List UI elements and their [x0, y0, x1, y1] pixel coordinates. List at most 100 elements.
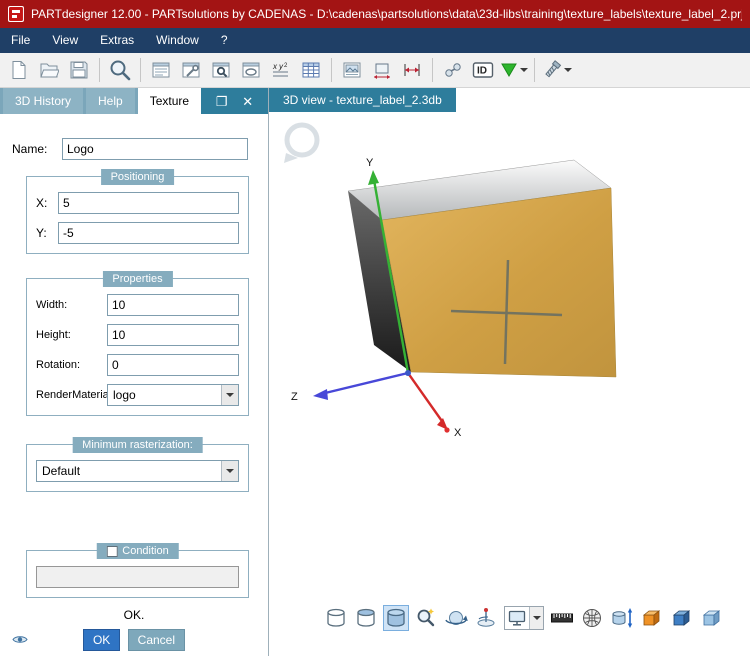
cylinder-wireframe-icon: [324, 606, 348, 630]
blue-box-button[interactable]: [670, 606, 694, 630]
3d-view-tab[interactable]: 3D view - texture_label_2.3db: [269, 88, 456, 112]
search-panel-button[interactable]: [207, 56, 235, 84]
link-button[interactable]: [439, 56, 467, 84]
titlebar: PARTdesigner 12.00 - PARTsolutions by CA…: [0, 0, 750, 28]
y-axis-arrowhead: [368, 170, 379, 185]
main-toolbar: xy2 ID: [0, 53, 750, 88]
green-filter-button[interactable]: [499, 56, 528, 84]
mesh-sphere-icon: [580, 606, 604, 630]
maximize-icon[interactable]: ❐: [216, 95, 228, 108]
menu-help[interactable]: ?: [210, 28, 239, 53]
chevron-down-icon: [533, 616, 541, 624]
id-display-button[interactable]: ID: [469, 56, 497, 84]
orange-box-button[interactable]: [640, 606, 664, 630]
dimension-box-button[interactable]: [368, 56, 396, 84]
ruler-icon: [550, 606, 574, 630]
light-blue-box-icon: [700, 606, 724, 630]
rendermaterial-label: RenderMaterial:: [36, 389, 107, 401]
view-mode-dropdown-button[interactable]: [529, 607, 543, 629]
cancel-button[interactable]: Cancel: [128, 629, 185, 651]
cylinder-stretch-button[interactable]: [610, 606, 634, 630]
toolbar-separator: [99, 58, 100, 82]
width-input[interactable]: [107, 294, 239, 316]
tools-panel-button[interactable]: [177, 56, 205, 84]
svg-text:ID: ID: [477, 66, 487, 77]
height-label: Height:: [36, 329, 107, 341]
cube-front-face: [382, 188, 616, 377]
properties-groupbox: Properties Width: Height: Rotation:: [26, 278, 249, 416]
min-rasterization-combo[interactable]: Default: [36, 460, 239, 482]
3d-view-panel: 3D view - texture_label_2.3db: [269, 88, 750, 656]
condition-input: [36, 566, 239, 588]
zoom-fit-button[interactable]: [414, 606, 438, 630]
zoom-fit-icon: [414, 606, 438, 630]
dimension-box-icon: [372, 60, 392, 80]
menu-window[interactable]: Window: [145, 28, 210, 53]
menu-extras[interactable]: Extras: [89, 28, 145, 53]
texture-panel: 3D History Help Texture ❐ ✕ Name: Positi…: [0, 88, 269, 656]
window-title: PARTdesigner 12.00 - PARTsolutions by CA…: [31, 7, 742, 21]
3d-viewport[interactable]: Y Z X: [269, 112, 750, 656]
cylinder-wireframe-button[interactable]: [324, 606, 348, 630]
history-panel-icon: [151, 60, 171, 80]
tab-3d-history[interactable]: 3D History: [3, 88, 83, 114]
positioning-title: Positioning: [101, 169, 175, 185]
z-axis-label: Z: [291, 391, 298, 403]
turntable-button[interactable]: [474, 606, 498, 630]
axes-origin-dot: [405, 370, 411, 376]
min-rasterization-value: Default: [37, 461, 221, 481]
save-button[interactable]: [65, 56, 93, 84]
zoom-button[interactable]: [106, 56, 134, 84]
cylinder-shaded-button[interactable]: [384, 606, 408, 630]
image-panel-button[interactable]: [338, 56, 366, 84]
monitor-icon: [507, 608, 527, 628]
view-toolbar: [324, 606, 724, 630]
rotation-label: Rotation:: [36, 359, 107, 371]
height-input[interactable]: [107, 324, 239, 346]
y-input[interactable]: [58, 222, 239, 244]
screw-assembly-button[interactable]: [541, 56, 572, 84]
name-label: Name:: [12, 142, 56, 156]
name-input[interactable]: [62, 138, 248, 160]
dimension-horizontal-button[interactable]: [398, 56, 426, 84]
ok-button[interactable]: OK: [83, 629, 120, 651]
shapes-panel-button[interactable]: [237, 56, 265, 84]
panel-bottom: OK. OK Cancel: [0, 608, 268, 651]
condition-label: Condition: [122, 543, 168, 559]
view-mode-combo[interactable]: [504, 606, 544, 630]
cylinder-top-shaded-button[interactable]: [354, 606, 378, 630]
open-folder-button[interactable]: [35, 56, 63, 84]
history-panel-button[interactable]: [147, 56, 175, 84]
menu-view[interactable]: View: [41, 28, 89, 53]
min-rasterization-groupbox: Minimum rasterization: Default: [26, 444, 249, 492]
wireframe-sphere-button[interactable]: [580, 606, 604, 630]
condition-checkbox[interactable]: [106, 546, 117, 557]
toolbar-separator: [534, 58, 535, 82]
table-icon: [301, 60, 321, 80]
tab-help[interactable]: Help: [86, 88, 135, 114]
menu-file[interactable]: File: [0, 28, 41, 53]
rotation-input[interactable]: [107, 354, 239, 376]
table-view-button[interactable]: [297, 56, 325, 84]
measure-button[interactable]: [550, 606, 574, 630]
visibility-toggle[interactable]: [12, 634, 28, 648]
cylinder-top-shaded-icon: [354, 606, 378, 630]
rendermaterial-combo[interactable]: logo: [107, 384, 239, 406]
shapes-panel-icon: [241, 60, 261, 80]
chevron-down-icon: [520, 68, 528, 76]
z-axis-arrowhead: [313, 389, 328, 400]
3d-cube: [348, 160, 616, 377]
close-icon[interactable]: ✕: [242, 95, 253, 108]
x-input[interactable]: [58, 192, 239, 214]
light-blue-box-button[interactable]: [700, 606, 724, 630]
menubar: File View Extras Window ?: [0, 28, 750, 53]
new-document-button[interactable]: [5, 56, 33, 84]
variables-button[interactable]: xy2: [267, 56, 295, 84]
tab-texture[interactable]: Texture: [138, 88, 201, 114]
orbit-button[interactable]: [444, 606, 468, 630]
rendermaterial-dropdown-button[interactable]: [221, 385, 238, 405]
cylinder-stretch-icon: [610, 606, 634, 630]
min-rasterization-dropdown-button[interactable]: [221, 461, 238, 481]
status-text: OK.: [0, 608, 268, 622]
application-window: PARTdesigner 12.00 - PARTsolutions by CA…: [0, 0, 750, 656]
